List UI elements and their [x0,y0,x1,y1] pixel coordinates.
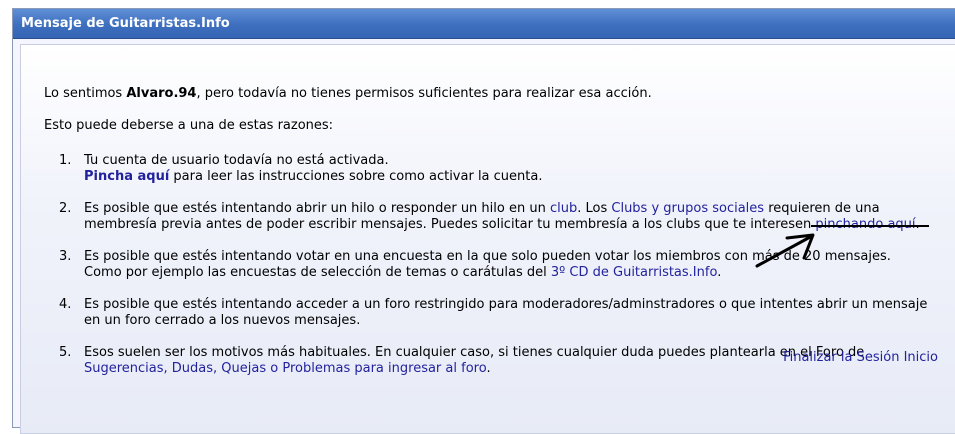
logout-link[interactable]: Finalizar la Sesión [783,350,899,365]
reason-line: Como por ejemplo las encuestas de selecc… [84,265,721,281]
reason-text: . [717,265,722,280]
suggestions-forum-link[interactable]: Sugerencias, Dudas, Quejas o Problemas p… [84,361,486,376]
intro-suffix: , pero todavía no tienes permisos sufici… [196,86,652,101]
annotation-underline [811,225,929,227]
reason-text: Es posible que estés intentando abrir un… [84,201,550,216]
reason-line: Tu cuenta de usuario todavía no está act… [84,153,389,168]
activation-instructions-link[interactable]: Pincha aquí [84,169,169,184]
reason-text: . [486,361,491,376]
reason-number: 3. [59,249,72,264]
reason-number: 4. [59,297,72,312]
reason-line: Sugerencias, Dudas, Quejas o Problemas p… [84,361,491,377]
panel-title: Mensaje de Guitarristas.Info [21,16,230,31]
message-content: Lo sentimos Alvaro.94, pero todavía no t… [20,44,955,434]
username: Alvaro.94 [126,86,197,101]
reason-line: Esos suelen ser los motivos más habitual… [84,345,865,360]
reason-number: 2. [59,201,72,216]
reason-text: para leer las instrucciones sobre como a… [169,169,543,184]
reason-line: Es posible que estés intentando acceder … [84,297,928,312]
reason-line: Pincha aquí para leer las instrucciones … [84,169,542,185]
panel-header: Mensaje de Guitarristas.Info [13,9,955,39]
reason-line: Es posible que estés intentando abrir un… [84,201,880,217]
cd-guitarristas-link[interactable]: 3º CD de Guitarristas.Info [551,265,717,280]
footer-links: Finalizar la Sesión Inicio [783,350,938,366]
reason-text: Como por ejemplo las encuestas de selecc… [84,265,551,280]
reasons-intro: Esto puede deberse a una de estas razone… [44,118,334,133]
clubs-groups-link[interactable]: Clubs y grupos sociales [611,201,764,216]
reason-text: requieren de una [764,201,880,216]
intro-line: Lo sentimos Alvaro.94, pero todavía no t… [44,86,652,102]
reason-number: 1. [59,153,72,168]
reason-number: 5. [59,345,72,360]
reason-line: membresía previa antes de poder escribir… [84,217,920,233]
home-link[interactable]: Inicio [904,350,938,365]
reason-line: Es posible que estés intentando votar en… [84,249,891,264]
club-link[interactable]: club [550,201,577,216]
reason-text: . Los [577,201,612,216]
reason-text: membresía previa antes de poder escribir… [84,217,816,232]
intro-prefix: Lo sentimos [44,86,127,101]
reason-line: en un foro cerrado a los nuevos mensajes… [84,313,361,328]
